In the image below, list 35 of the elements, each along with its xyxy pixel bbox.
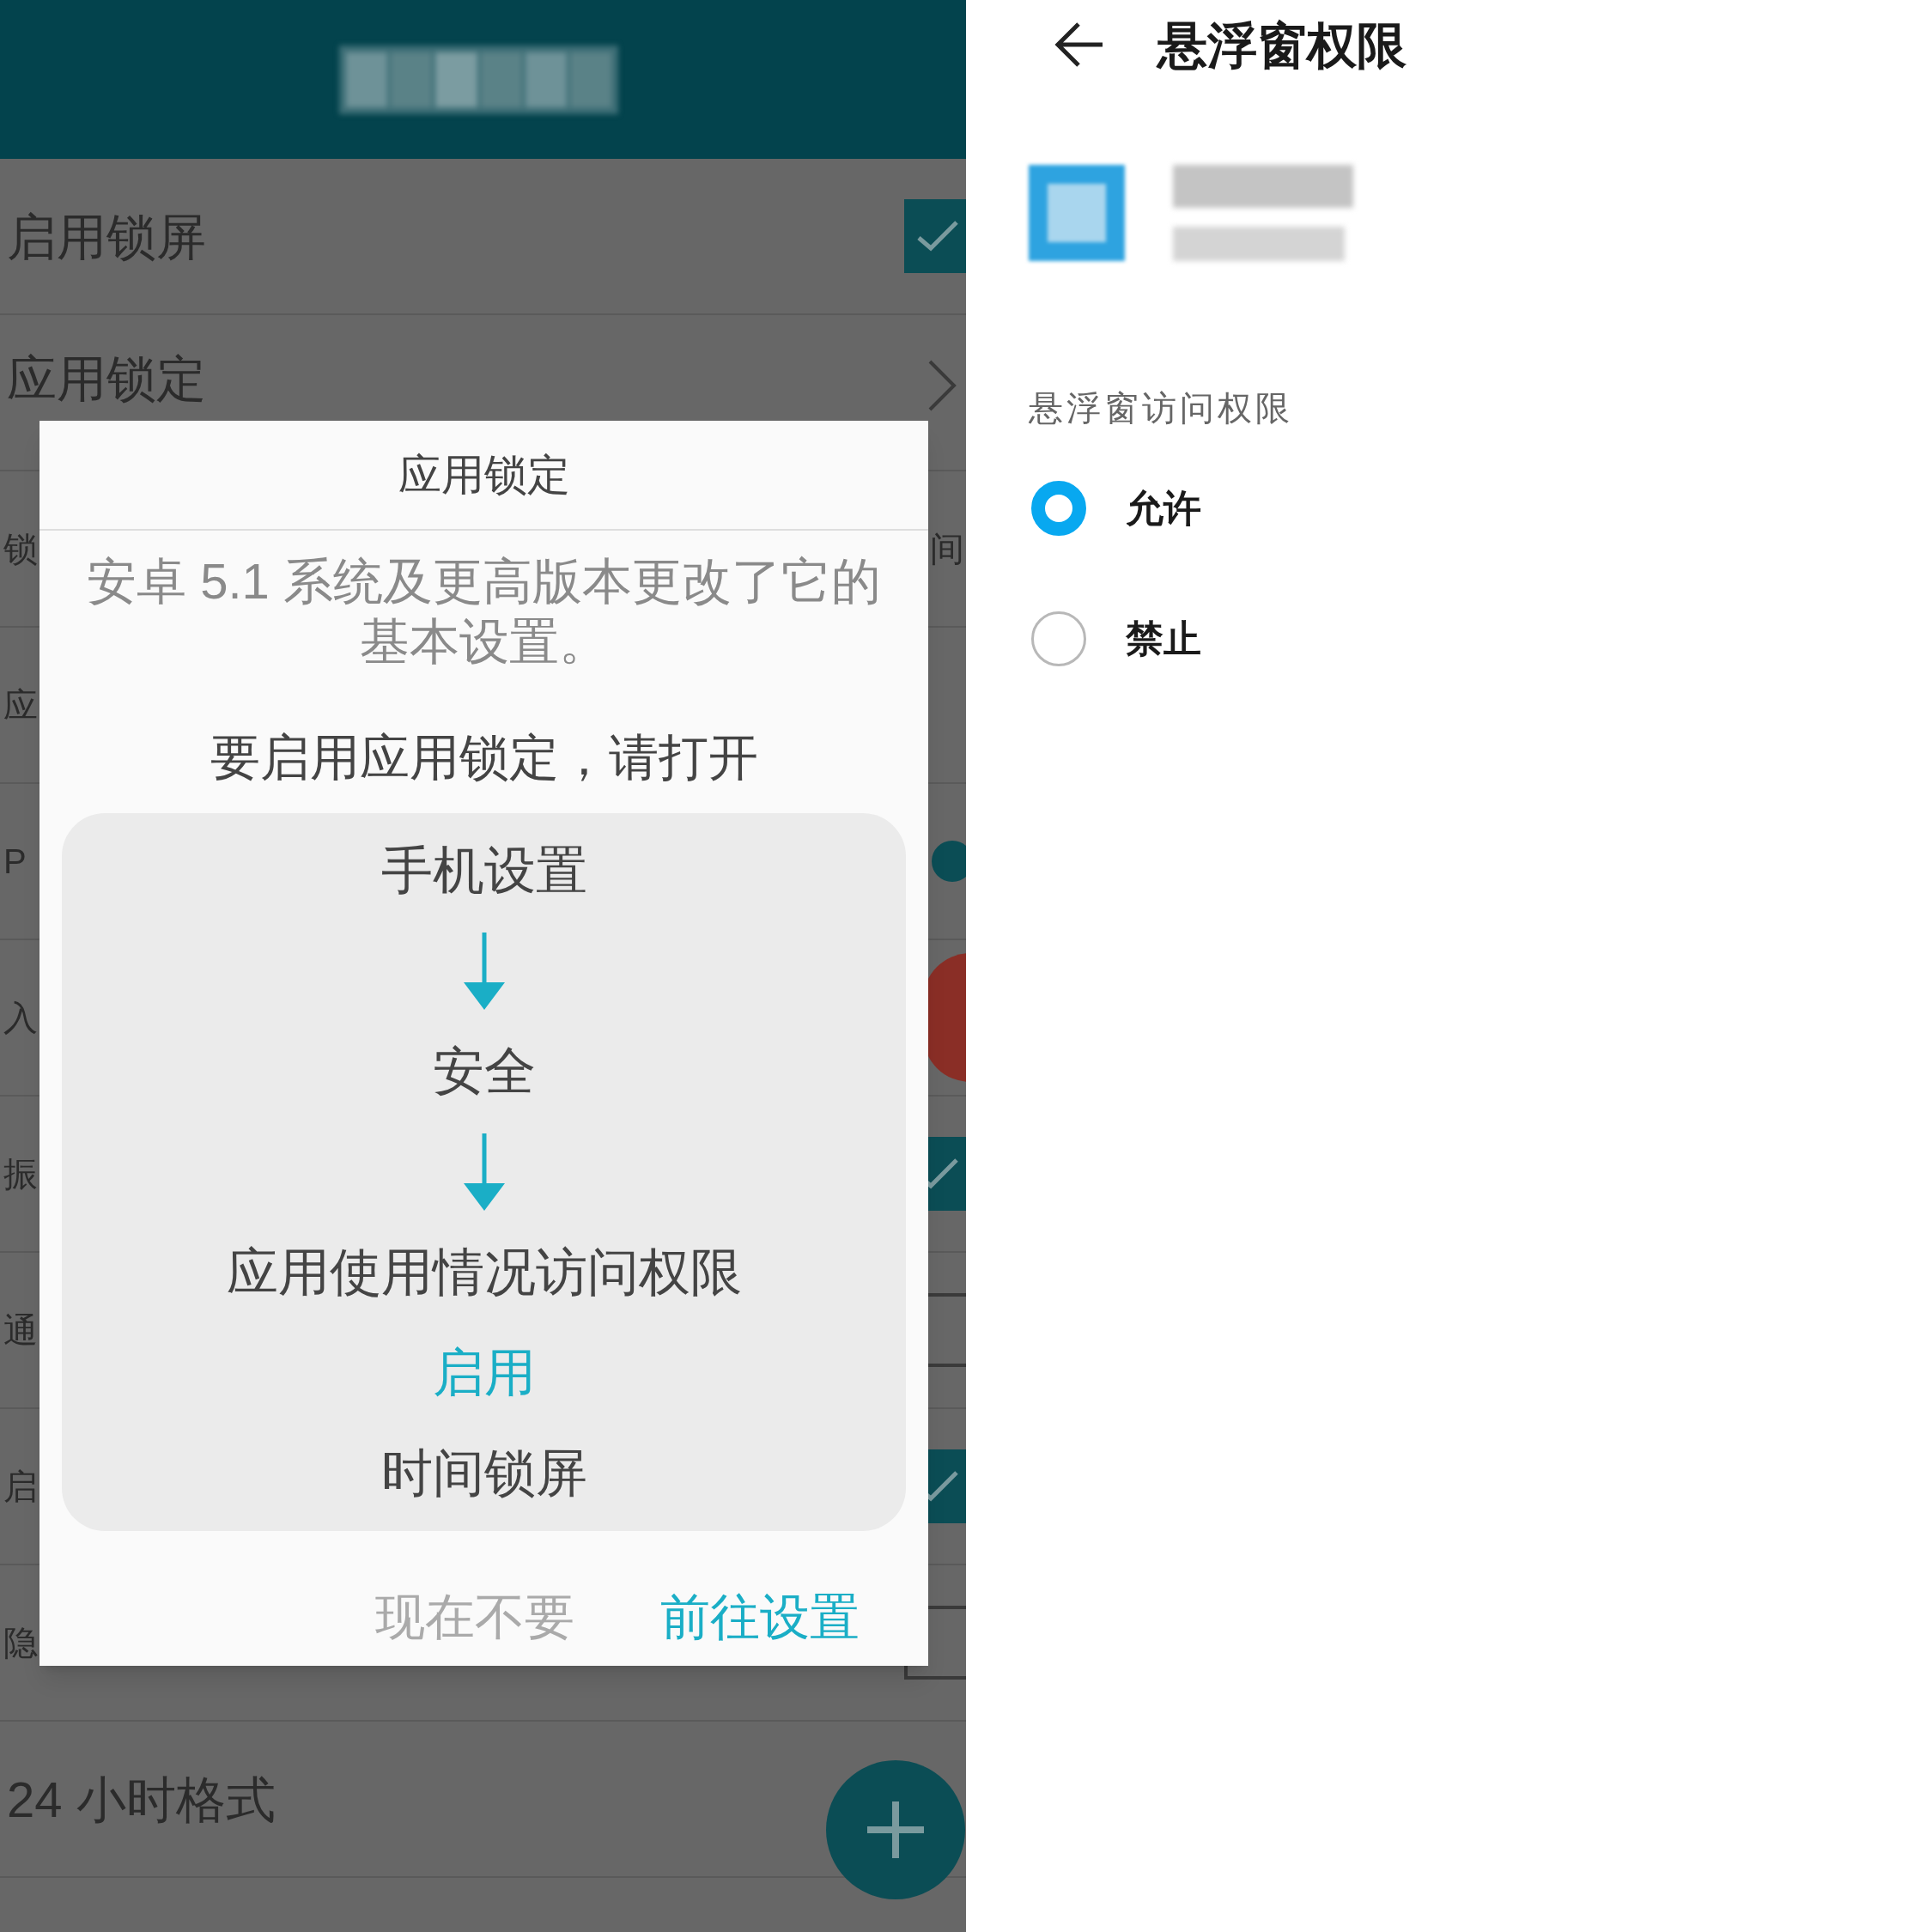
check-icon xyxy=(915,219,960,253)
dialog-title: 应用锁定 xyxy=(39,421,928,531)
toggle-thumb[interactable] xyxy=(932,841,966,882)
option-label: 允许 xyxy=(1126,486,1201,531)
setting-label: 通 xyxy=(3,1310,38,1351)
chevron-right-icon xyxy=(927,358,957,413)
setting-label: 启用锁屏 xyxy=(6,207,206,266)
not-now-button[interactable]: 现在不要 xyxy=(375,1579,574,1654)
setting-label: 应 xyxy=(3,685,38,726)
setting-label: 锁 xyxy=(3,529,38,569)
setting-value: 间 xyxy=(930,529,965,569)
setting-label: 振 xyxy=(3,1154,38,1194)
step-label: 应用使用情况访问权限 xyxy=(226,1242,742,1303)
step-label: 手机设置 xyxy=(380,841,587,901)
section-label: 悬浮窗访问权限 xyxy=(1029,388,1294,428)
dialog-instruction: 要启用应用锁定，请打开 xyxy=(209,728,759,787)
setting-label: 隐 xyxy=(3,1623,38,1663)
setting-label: 24 小时格式 xyxy=(6,1770,276,1829)
setting-label: 启 xyxy=(3,1467,38,1507)
go-to-settings-button[interactable]: 前往设置 xyxy=(660,1579,860,1654)
checkbox[interactable] xyxy=(904,199,966,273)
setting-label: 应用锁定 xyxy=(6,349,206,408)
page-title: 悬浮窗权限 xyxy=(1157,15,1406,75)
plus-icon xyxy=(866,1800,926,1860)
step-label: 启用 xyxy=(432,1343,536,1403)
down-arrow-icon xyxy=(461,1133,507,1211)
blurred-app-icon xyxy=(1029,164,1125,261)
option-label: 禁止 xyxy=(1126,617,1201,661)
dialog-message: 安卓 5.1 系统及更高版本更改了它的基本设置。 xyxy=(86,552,882,671)
setting-label: P xyxy=(3,841,27,882)
setting-label: 入 xyxy=(3,998,38,1038)
down-arrow-icon xyxy=(461,933,507,1010)
back-icon[interactable] xyxy=(1054,22,1104,67)
step-label: 安全 xyxy=(432,1042,536,1102)
step-label: 时间锁屏 xyxy=(380,1443,587,1504)
